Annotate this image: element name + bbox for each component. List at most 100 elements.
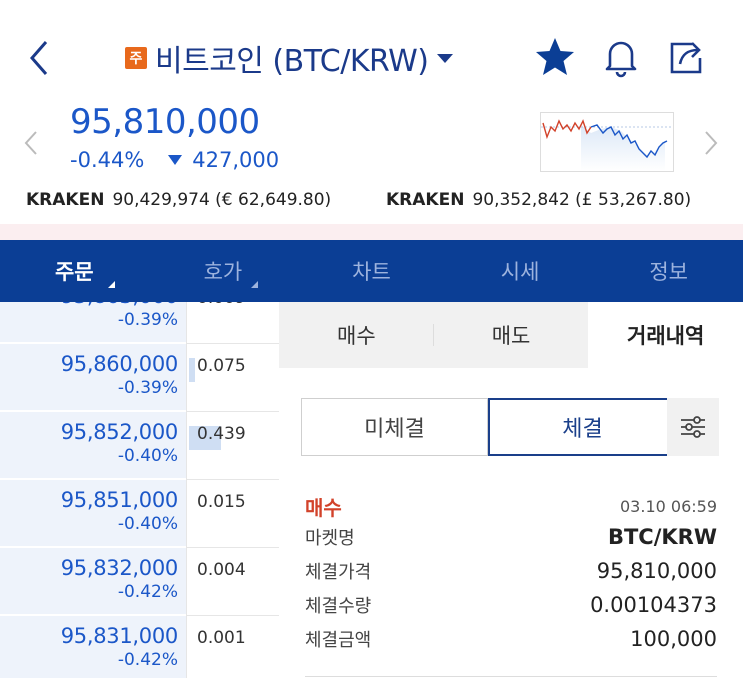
orderbook-percent: -0.42% <box>117 650 178 670</box>
trade-row-market: 마켓명 BTC/KRW <box>305 520 717 554</box>
order-panel: 매수 매도 거래내역 미체결 체결 매수 03.10 06:59 마켓명 BTC… <box>279 302 743 678</box>
fill-status-toggle: 미체결 체결 <box>301 398 677 456</box>
tab-info[interactable]: 정보 <box>594 240 743 302</box>
tab-market-price[interactable]: 시세 <box>446 240 595 302</box>
divider <box>305 676 717 677</box>
orderbook-percent: -0.40% <box>117 514 178 534</box>
orderbook-qty-cell: 0.001 <box>186 616 279 678</box>
tab-orderbook[interactable]: 호가 <box>149 240 298 302</box>
star-icon <box>536 38 574 75</box>
price-change: -0.44% 427,000 <box>70 148 279 172</box>
main-tab-bar: 주문 호가 차트 시세 정보 <box>0 240 743 302</box>
orderbook-row[interactable]: 95,831,000 -0.42% 0.001 <box>0 616 279 678</box>
orderbook-percent: -0.39% <box>117 378 178 398</box>
kraken-value: 90,429,974 (€ 62,649.80) <box>112 190 332 210</box>
share-button[interactable] <box>664 34 710 80</box>
orderbook-quantity: 0.004 <box>197 560 246 580</box>
orderbook-quantity: 0.439 <box>197 424 246 444</box>
tab-sell[interactable]: 매도 <box>433 302 589 368</box>
corner-indicator-icon <box>108 281 115 288</box>
chevron-right-icon <box>705 131 718 155</box>
orderbook-list[interactable]: 95,863,000-0.39%0.00995,860,000-0.39%0.0… <box>0 302 279 678</box>
next-market-button[interactable] <box>700 128 720 158</box>
orderbook-percent: -0.42% <box>117 582 178 602</box>
divider-strip <box>0 224 743 240</box>
prev-market-button[interactable] <box>22 128 42 158</box>
tab-order[interactable]: 주문 <box>0 240 149 302</box>
orderbook-qty-cell: 0.015 <box>186 480 279 548</box>
orderbook-row[interactable]: 95,852,000 -0.40% 0.439 <box>0 412 279 480</box>
orderbook-price-cell: 95,852,000 -0.40% <box>0 412 186 480</box>
trade-time: 03.10 06:59 <box>620 496 717 516</box>
orderbook-price: 95,863,000 <box>0 302 179 308</box>
trade-value: 95,810,000 <box>596 559 717 583</box>
trade-row-price: 체결가격 95,810,000 <box>305 554 717 588</box>
filled-button[interactable]: 체결 <box>488 398 677 456</box>
orderbook-percent: -0.40% <box>117 446 178 466</box>
trade-label: 마켓명 <box>305 528 355 549</box>
orderbook-price: 95,851,000 <box>60 488 179 512</box>
orderbook-row[interactable]: 95,832,000 -0.42% 0.004 <box>0 548 279 616</box>
orderbook-row[interactable]: 95,860,000 -0.39% 0.075 <box>0 344 279 412</box>
tab-buy[interactable]: 매수 <box>279 302 434 368</box>
kraken-label: KRAKEN <box>386 190 465 210</box>
orderbook-qty-cell: 0.004 <box>186 548 279 616</box>
trade-label: 체결가격 <box>305 562 372 583</box>
filter-button[interactable] <box>667 398 719 456</box>
chevron-left-icon <box>24 131 37 155</box>
tab-label: 정보 <box>649 260 688 284</box>
orderbook-row[interactable]: 95,863,000 -0.39% 0.009 <box>0 302 279 344</box>
tab-label: 호가 <box>203 260 243 284</box>
tab-label: 매수 <box>337 324 376 348</box>
app-header: 주 비트코인 (BTC/KRW) <box>0 0 743 108</box>
tab-chart[interactable]: 차트 <box>297 240 446 302</box>
market-title-selector[interactable]: 주 비트코인 (BTC/KRW) <box>125 36 453 80</box>
kraken-value: 90,352,842 (£ 53,267.80) <box>472 190 692 210</box>
orderbook-quantity: 0.001 <box>197 628 246 648</box>
orderbook-price-cell: 95,863,000 -0.39% <box>0 302 186 344</box>
sparkline-chart <box>541 119 673 171</box>
bell-icon <box>605 41 637 78</box>
trade-row-amount: 체결금액 100,000 <box>305 622 717 656</box>
orderbook-price: 95,831,000 <box>60 624 179 648</box>
orderbook-qty-cell: 0.075 <box>186 344 279 412</box>
volume-bar <box>189 358 195 382</box>
tab-trade-history[interactable]: 거래내역 <box>588 302 743 368</box>
trade-row-quantity: 체결수량 0.00104373 <box>305 588 717 622</box>
trade-label: 체결수량 <box>305 596 372 617</box>
orderbook-percent: -0.39% <box>117 310 178 330</box>
trade-side: 매수 <box>305 495 342 520</box>
trade-record: 매수 03.10 06:59 마켓명 BTC/KRW 체결가격 95,810,0… <box>305 492 717 656</box>
orderbook-price: 95,852,000 <box>60 420 179 444</box>
orderbook-row[interactable]: 95,851,000 -0.40% 0.015 <box>0 480 279 548</box>
warning-badge: 주 <box>125 47 147 69</box>
unfilled-button[interactable]: 미체결 <box>301 398 488 456</box>
orderbook-price-cell: 95,860,000 -0.39% <box>0 344 186 412</box>
alert-button[interactable] <box>598 34 644 80</box>
kraken-label: KRAKEN <box>26 190 105 210</box>
trade-value: 100,000 <box>630 627 717 651</box>
back-button[interactable] <box>22 36 58 80</box>
orderbook-quantity: 0.075 <box>197 356 246 376</box>
change-amount: 427,000 <box>192 148 280 172</box>
trade-label: 체결금액 <box>305 630 372 651</box>
tab-label: 주문 <box>54 260 94 284</box>
price-summary: 95,810,000 -0.44% 427,000 <box>0 100 743 180</box>
orderbook-qty-cell: 0.009 <box>186 302 279 344</box>
trade-value: BTC/KRW <box>607 525 717 549</box>
tab-label: 매도 <box>491 324 531 348</box>
favorite-button[interactable] <box>532 34 578 80</box>
tab-label: 시세 <box>500 260 540 284</box>
down-arrow-icon <box>168 155 183 165</box>
kraken-eur: KRAKEN 90,429,974 (€ 62,649.80) <box>26 190 331 210</box>
tab-label: 거래내역 <box>627 324 705 348</box>
orderbook-price-cell: 95,831,000 -0.42% <box>0 616 186 678</box>
orderbook-qty-cell: 0.439 <box>186 412 279 480</box>
mini-chart[interactable] <box>540 112 674 172</box>
orderbook-quantity: 0.009 <box>197 302 246 308</box>
order-sub-tabs: 매수 매도 거래내역 <box>279 302 743 368</box>
change-percent: -0.44% <box>70 148 145 172</box>
page-title: 비트코인 (BTC/KRW) <box>155 44 429 79</box>
corner-indicator-icon <box>250 281 258 288</box>
tab-label: 차트 <box>352 260 391 284</box>
